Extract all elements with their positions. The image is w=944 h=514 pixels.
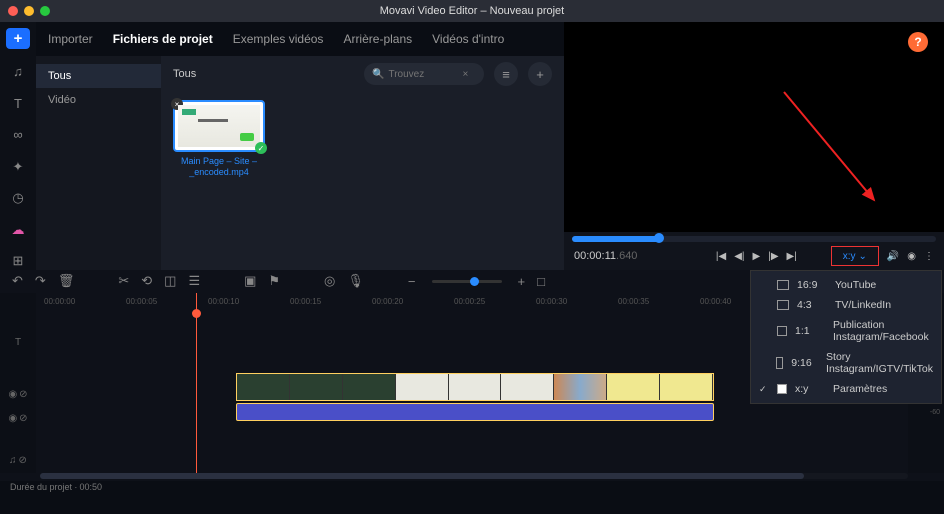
preview-panel: ? 00:00:11.640 |◀ ◀| ▶ |▶ ▶| x:y⌄ (564, 22, 944, 270)
rotate-button[interactable]: ⟲ (141, 273, 152, 289)
undo-button[interactable]: ↶ (12, 273, 23, 289)
step-forward-button[interactable]: |▶ (768, 251, 778, 262)
category-video[interactable]: Vidéo (36, 88, 161, 112)
prev-clip-button[interactable]: |◀ (716, 251, 726, 262)
video-viewer[interactable] (564, 22, 944, 232)
window-title: Movavi Video Editor – Nouveau projet (380, 5, 564, 17)
files-header-label: Tous (173, 68, 196, 80)
snapshot-button[interactable]: ◉ (907, 251, 916, 262)
clip-used-icon: ✓ (255, 142, 267, 154)
timecode: 00:00:11.640 (574, 250, 637, 262)
add-file-button[interactable]: + (528, 62, 552, 86)
tab-arriere-plans[interactable]: Arrière-plans (343, 32, 412, 46)
thumbnail-label: Main Page – Site –_encoded.mp4 (173, 156, 265, 178)
audio-clip[interactable] (236, 403, 714, 421)
search-input[interactable] (388, 69, 458, 80)
playhead[interactable] (196, 293, 197, 473)
transition-button[interactable]: ▣ (244, 273, 256, 289)
clear-search-icon[interactable]: × (462, 69, 468, 80)
video-link-label[interactable]: ◉⊘ (0, 407, 36, 431)
video-clip[interactable] (236, 373, 714, 401)
audio-track-label[interactable]: ♫⊘ (0, 449, 36, 473)
search-icon: 🔍 (372, 69, 384, 80)
project-duration: Durée du projet ∙ 00:50 (10, 482, 102, 492)
stickers-icon[interactable]: ☁ (8, 221, 28, 239)
aspect-option-9-16[interactable]: 9:16Story Instagram/IGTV/TikTok (751, 347, 941, 379)
audio-icon[interactable]: ♫ (8, 63, 28, 81)
aspect-option-custom[interactable]: ✓x:yParamètres (751, 379, 941, 399)
sort-button[interactable]: ≡ (494, 62, 518, 86)
minimize-window[interactable] (24, 6, 34, 16)
zoom-in-button[interactable]: + (518, 274, 526, 289)
zoom-slider[interactable] (432, 280, 502, 283)
seek-slider[interactable] (572, 236, 936, 242)
tab-videos-intro[interactable]: Vidéos d'intro (432, 32, 504, 46)
effects-icon[interactable]: ✦ (8, 158, 28, 176)
redo-button[interactable]: ↷ (35, 273, 46, 289)
more-tools-icon[interactable]: ◷ (8, 189, 28, 207)
elements-icon[interactable]: ⊞ (8, 252, 28, 270)
volume-button[interactable]: 🔊 (887, 251, 899, 262)
thumbnail-preview (178, 105, 260, 147)
crop-button[interactable]: ◫ (164, 273, 176, 289)
help-button[interactable]: ? (908, 32, 928, 52)
aspect-ratio-menu: 16:9YouTube 4:3TV/LinkedIn 1:1Publicatio… (750, 270, 942, 404)
timeline-scrollbar[interactable] (40, 473, 908, 479)
color-button[interactable]: ☰ (188, 273, 200, 289)
split-button[interactable]: ✂ (118, 273, 129, 289)
tab-exemples[interactable]: Exemples vidéos (233, 32, 324, 46)
maximize-window[interactable] (40, 6, 50, 16)
marker-button[interactable]: ⚑ (268, 273, 280, 289)
category-column: Tous Vidéo (36, 56, 161, 270)
text-track-label[interactable]: T (0, 331, 36, 355)
tab-fichiers-projet[interactable]: Fichiers de projet (113, 32, 213, 46)
search-box[interactable]: 🔍 × (364, 63, 484, 85)
aspect-option-16-9[interactable]: 16:9YouTube (751, 275, 941, 295)
fit-button[interactable]: □ (537, 274, 545, 289)
category-tous[interactable]: Tous (36, 64, 161, 88)
aspect-option-4-3[interactable]: 4:3TV/LinkedIn (751, 295, 941, 315)
close-window[interactable] (8, 6, 18, 16)
play-button[interactable]: ▶ (753, 251, 761, 262)
top-tabs: Importer Fichiers de projet Exemples vid… (36, 22, 564, 56)
delete-button[interactable]: 🗑 (58, 273, 75, 289)
transitions-icon[interactable]: ∞ (8, 126, 28, 144)
zoom-out-button[interactable]: − (408, 274, 416, 289)
titles-icon[interactable]: T (8, 95, 28, 113)
chevron-down-icon: ⌄ (859, 251, 867, 262)
step-back-button[interactable]: ◀| (734, 251, 744, 262)
aspect-option-1-1[interactable]: 1:1Publication Instagram/Facebook (751, 315, 941, 347)
aspect-ratio-button[interactable]: x:y⌄ (831, 246, 879, 266)
more-options-button[interactable]: ⋮ (924, 251, 934, 262)
next-clip-button[interactable]: ▶| (787, 251, 797, 262)
stabilize-button[interactable]: ◎ (324, 273, 335, 289)
left-sidebar: + ♫ T ∞ ✦ ◷ ☁ ⊞ (0, 22, 36, 270)
video-track-label[interactable]: ◉⊘ (0, 383, 36, 407)
add-media-button[interactable]: + (6, 28, 30, 49)
media-thumbnail[interactable]: × ✓ Main Page – Site –_encoded.mp4 (173, 100, 265, 178)
record-audio-button[interactable]: 🎙 (347, 273, 364, 289)
tab-importer[interactable]: Importer (48, 32, 93, 46)
